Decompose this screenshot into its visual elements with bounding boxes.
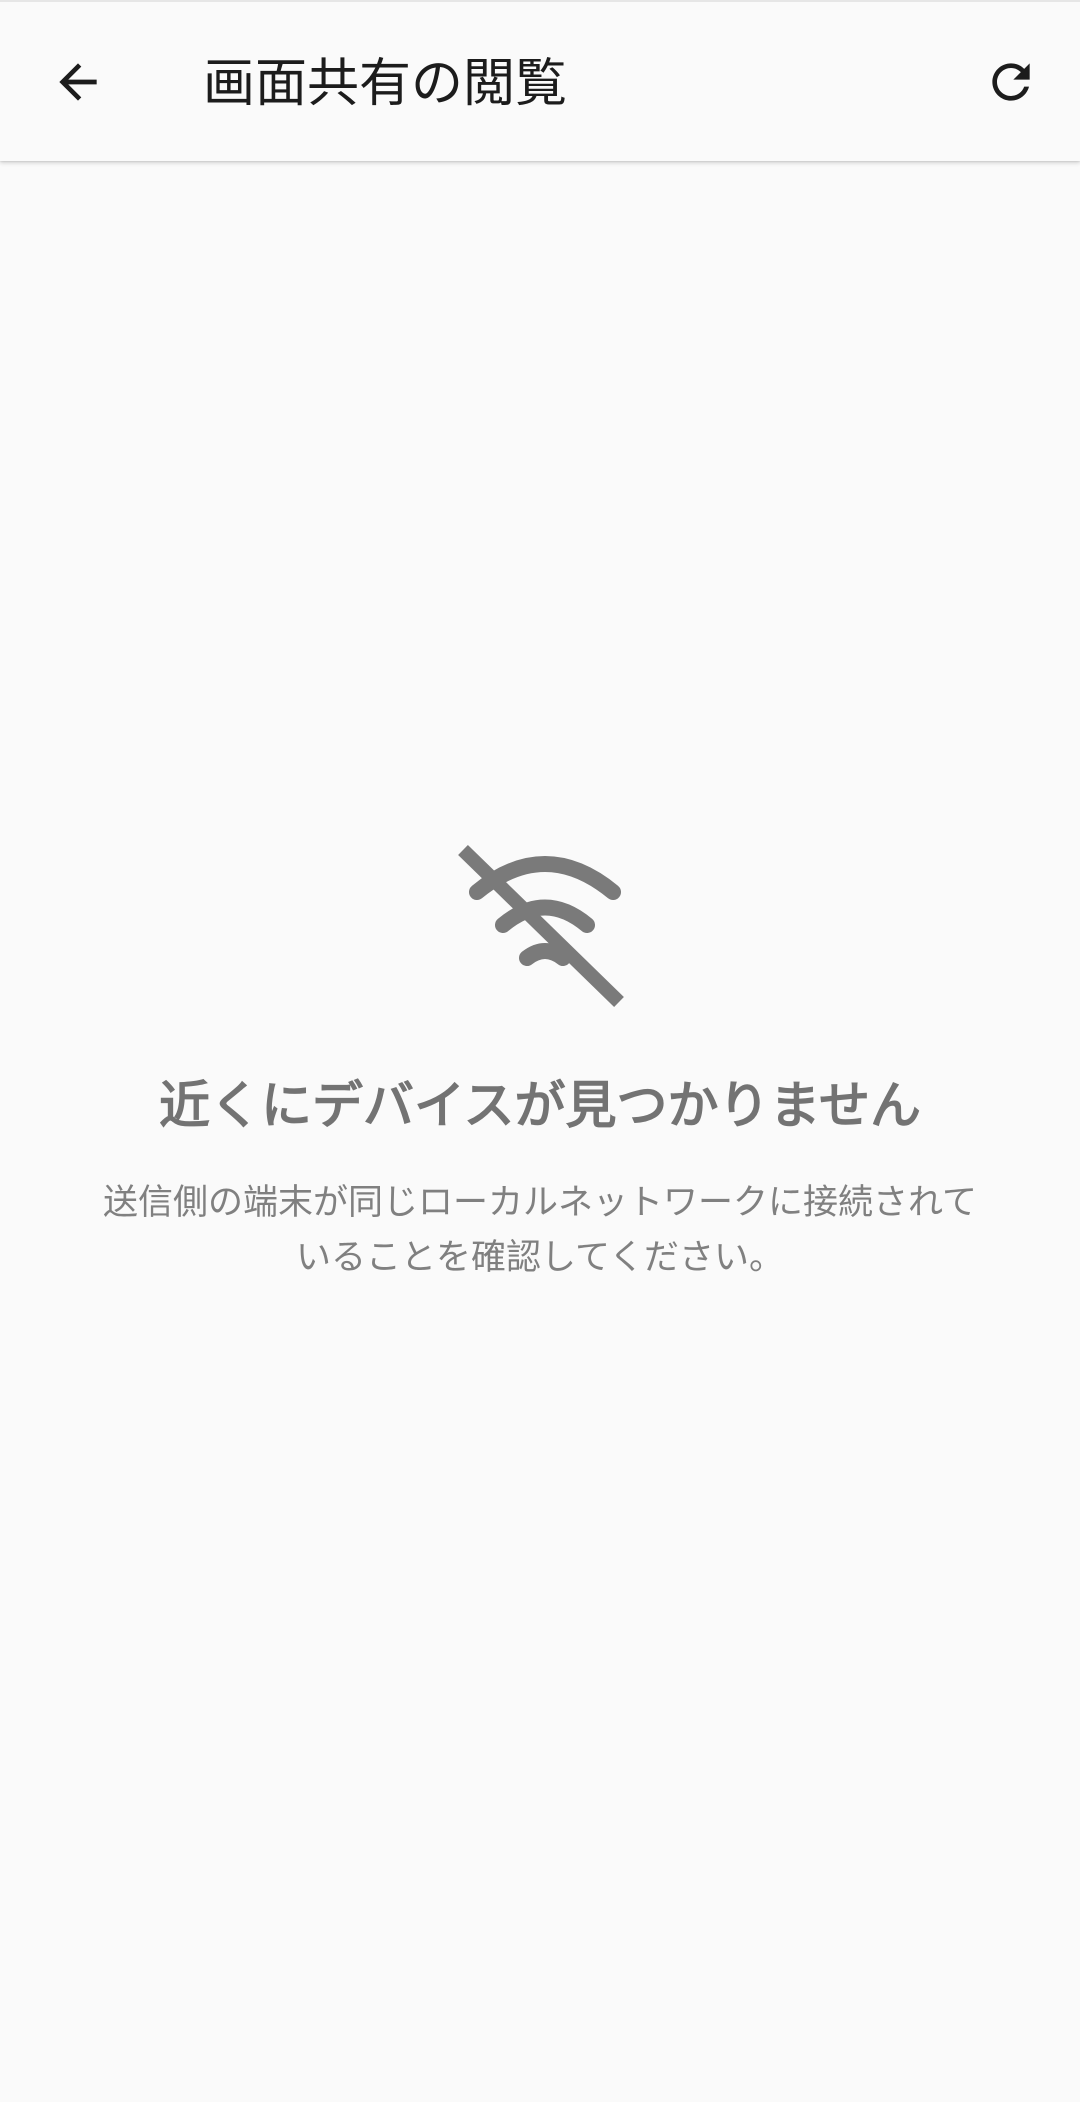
arrow-left-icon	[59, 63, 97, 101]
wifi-off-icon	[458, 844, 624, 1008]
empty-state: 近くにデバイスが見つかりません 送信側の端末が同じローカルネットワークに接続され…	[0, 830, 1080, 1286]
top-app-bar: 画面共有の閲覧	[0, 0, 1080, 161]
page-title: 画面共有の閲覧	[203, 54, 568, 114]
refresh-icon	[992, 63, 1030, 101]
refresh-button[interactable]	[963, 34, 1059, 130]
back-button[interactable]	[30, 34, 126, 130]
empty-state-description: 送信側の端末が同じローカルネットワークに接続されていることを確認してください。	[103, 1183, 977, 1278]
empty-state-title: 近くにデバイスが見つかりません	[159, 1077, 921, 1136]
